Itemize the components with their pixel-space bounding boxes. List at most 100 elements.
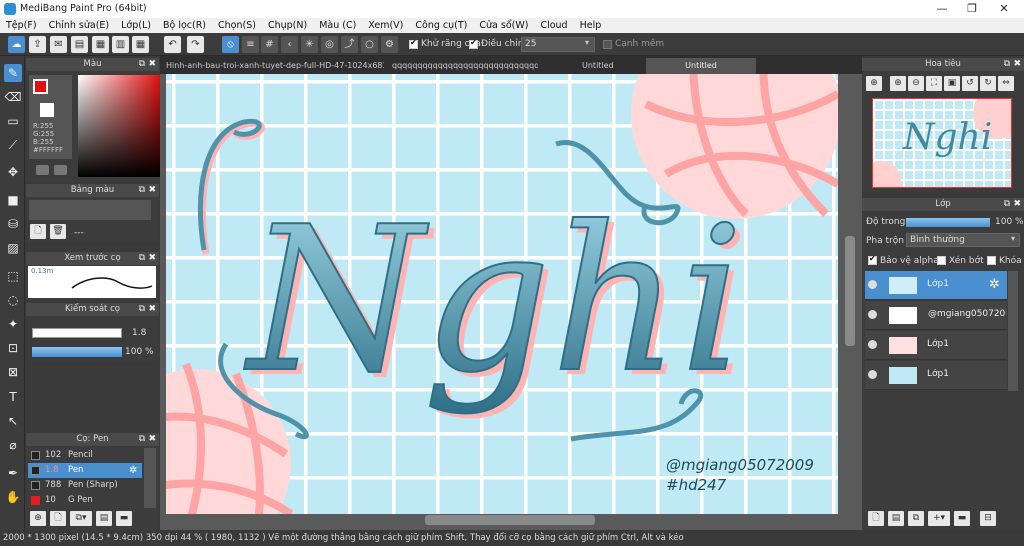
select-eraser-tool-icon[interactable]: ⊠: [4, 363, 22, 381]
correction-select[interactable]: 25 ▾: [521, 37, 595, 52]
close-icon[interactable]: ✖: [148, 58, 156, 71]
close-icon[interactable]: ✖: [1013, 198, 1021, 211]
popout-icon[interactable]: ⧉: [139, 184, 145, 197]
menu-snap[interactable]: Chụp(N): [262, 18, 313, 33]
saturation-value-picker[interactable]: [78, 75, 166, 177]
zoom-in-icon[interactable]: ⊕: [890, 76, 906, 91]
gear-icon[interactable]: [54, 165, 67, 175]
lasso-tool-icon[interactable]: ◌: [4, 291, 22, 309]
menu-help[interactable]: Help: [574, 18, 608, 33]
menu-edit[interactable]: Chỉnh sửa(E): [43, 18, 116, 33]
snap-circle-icon[interactable]: ◎: [321, 36, 338, 53]
brush-opacity-slider[interactable]: [32, 347, 122, 357]
document-icon[interactable]: ▦: [92, 36, 109, 53]
actual-size-icon[interactable]: ▣: [944, 76, 960, 91]
menu-tools[interactable]: Công cụ(T): [409, 18, 473, 33]
menu-window[interactable]: Cửa sổ(W): [473, 18, 534, 33]
layer-item[interactable]: @mgiang05072009: [865, 301, 1007, 330]
maximize-button[interactable]: ❐: [956, 0, 988, 18]
snap-curve-icon[interactable]: ⤴: [341, 36, 358, 53]
rotate-left-icon[interactable]: ↺: [962, 76, 978, 91]
menu-filter[interactable]: Bộ lọc(R): [157, 18, 212, 33]
hand-tool-icon[interactable]: ✋: [4, 488, 22, 506]
brush-item-pen-sharp[interactable]: 788 Pen (Sharp): [28, 478, 142, 493]
brush-tool-icon[interactable]: ✎: [4, 64, 22, 82]
popout-icon[interactable]: ⧉: [1004, 58, 1010, 71]
layer-item[interactable]: Lớp1: [865, 331, 1007, 360]
close-icon[interactable]: ✖: [148, 433, 156, 446]
correction-checkbox[interactable]: [469, 38, 478, 49]
eye-icon[interactable]: [868, 280, 877, 289]
dot-pen-tool-icon[interactable]: ⟋: [4, 136, 22, 154]
popout-icon[interactable]: ⧉: [139, 58, 145, 71]
eyedropper-tool-icon[interactable]: ⌀: [4, 436, 22, 454]
tab-sky-image[interactable]: Hinh-anh-bau-troi-xanh-tuyet-dep-full-HD…: [162, 58, 384, 74]
new-doc-icon[interactable]: 🗋: [50, 511, 66, 526]
snap-ellipse-icon[interactable]: ○: [361, 36, 378, 53]
navigator-thumbnail[interactable]: Nghi: [872, 98, 1012, 188]
brush-list-scrollbar[interactable]: [144, 448, 156, 508]
settings-icon[interactable]: ▤: [96, 511, 112, 526]
move-tool-icon[interactable]: ✥: [4, 163, 22, 181]
text-tool-icon[interactable]: T: [4, 388, 22, 406]
undo-icon[interactable]: ↶: [164, 36, 181, 53]
new-palette-icon[interactable]: 🗋: [30, 224, 46, 239]
add-brush-icon[interactable]: ⊕: [30, 511, 46, 526]
new-halftone-layer-icon[interactable]: ▤: [888, 511, 904, 526]
clipping-checkbox[interactable]: [937, 256, 946, 265]
minimize-button[interactable]: —: [926, 0, 958, 18]
select-pen-tool-icon[interactable]: ⊡: [4, 339, 22, 357]
vertical-scrollbar[interactable]: [845, 236, 855, 346]
palette-swatch-area[interactable]: [29, 200, 151, 220]
rotate-right-icon[interactable]: ↻: [980, 76, 996, 91]
menu-view[interactable]: Xem(V): [362, 18, 409, 33]
new-layer-icon[interactable]: 🗋: [868, 511, 884, 526]
brush-item-pen[interactable]: 1.8 Pen ✲: [28, 463, 142, 478]
add-layer-dropdown-icon[interactable]: +▾: [928, 511, 950, 526]
blend-select[interactable]: Bình thường ▾: [906, 233, 1020, 247]
antialias-checkbox[interactable]: [409, 38, 418, 49]
bucket-tool-icon[interactable]: ⛁: [4, 215, 22, 233]
horizontal-scrollbar[interactable]: [425, 515, 595, 525]
folder-icon[interactable]: ▬: [116, 511, 132, 526]
close-icon[interactable]: ✖: [1013, 58, 1021, 71]
trash-icon[interactable]: 🗑: [50, 224, 66, 239]
popout-icon[interactable]: ⧉: [139, 433, 145, 446]
select-tool-icon[interactable]: ⬚: [4, 267, 22, 285]
copy-dropdown-icon[interactable]: ⧉▾: [70, 511, 92, 526]
gear-icon[interactable]: ✲: [989, 277, 1000, 292]
rectangle-tool-icon[interactable]: ▭: [4, 112, 22, 130]
eraser-tool-icon[interactable]: ⌫: [4, 88, 22, 106]
merge-icon[interactable]: ⊟: [980, 511, 996, 526]
redo-icon[interactable]: ↷: [187, 36, 204, 53]
flip-icon[interactable]: ⇔: [998, 76, 1014, 91]
gear-icon[interactable]: ✲: [129, 463, 137, 478]
snap-perspective-icon[interactable]: ‹: [281, 36, 298, 53]
soft-edge-checkbox[interactable]: [603, 40, 612, 49]
artwork-canvas[interactable]: Nghi Nghi @mgiang05072009 #hd247: [166, 74, 838, 514]
zoom-out-icon[interactable]: ⊖: [908, 76, 924, 91]
close-button[interactable]: ✕: [988, 0, 1020, 18]
tab-qqq[interactable]: qqqqqqqqqqqqqqqqqqqqqqqqqqqqq.png: [388, 58, 538, 74]
layer-scrollbar[interactable]: [1008, 271, 1018, 391]
snap-grid-icon[interactable]: #: [261, 36, 278, 53]
menu-layer[interactable]: Lớp(L): [115, 18, 157, 33]
fit-screen-icon[interactable]: ⛶: [926, 76, 942, 91]
cloud-icon[interactable]: ☁: [8, 36, 25, 53]
layer-opacity-slider[interactable]: [906, 218, 990, 227]
tiles-icon[interactable]: ▦: [132, 36, 149, 53]
layer-item[interactable]: Lớp1 ✲: [865, 271, 1007, 300]
eye-icon[interactable]: [36, 165, 49, 175]
brush-item-pencil[interactable]: 102 Pencil: [28, 448, 142, 463]
folder-icon[interactable]: ▬: [954, 511, 970, 526]
protect-alpha-checkbox[interactable]: [868, 254, 877, 265]
magic-wand-tool-icon[interactable]: ✦: [4, 315, 22, 333]
text-icon[interactable]: ▤: [71, 36, 88, 53]
primary-color-swatch[interactable]: [33, 79, 48, 94]
duplicate-layer-icon[interactable]: ⧉: [908, 511, 924, 526]
zoom-in-icon[interactable]: ⊕: [866, 76, 882, 91]
menu-file[interactable]: Tệp(F): [0, 18, 43, 33]
close-icon[interactable]: ✖: [148, 184, 156, 197]
tab-untitled-1[interactable]: Untitled: [578, 58, 638, 74]
close-icon[interactable]: ✖: [148, 303, 156, 316]
